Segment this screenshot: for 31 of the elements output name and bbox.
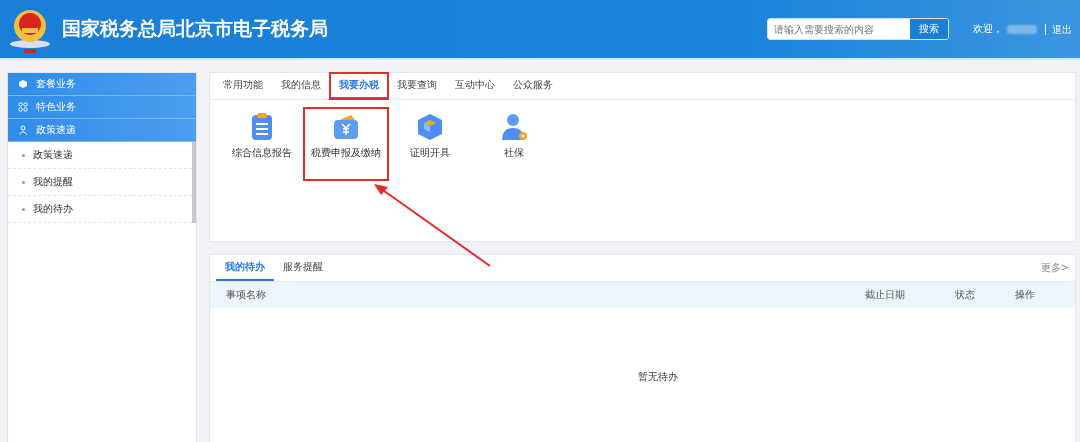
welcome-text: 欢迎， [973, 22, 1003, 36]
search-button[interactable]: 搜索 [910, 19, 948, 39]
function-tile[interactable]: 税费申报及缴纳 [304, 108, 388, 180]
tab[interactable]: 我的信息 [272, 73, 330, 99]
tab[interactable]: 我要查询 [388, 73, 446, 99]
empty-message: 暂无待办 [636, 370, 679, 384]
sidebar-item[interactable]: 我的待办 [8, 196, 192, 223]
cube-icon [18, 79, 28, 89]
sidebar-item[interactable]: 政策速递 [8, 142, 192, 169]
column-header: 操作 [1015, 288, 1036, 302]
tab[interactable]: 互动中心 [446, 73, 504, 99]
tab[interactable]: 常用功能 [214, 73, 272, 99]
person-icon [18, 125, 28, 135]
wallet-icon [331, 112, 361, 142]
grid-icon [18, 102, 28, 112]
column-header: 状态 [955, 288, 976, 302]
column-header: 事项名称 [226, 288, 267, 302]
tab[interactable]: 公众服务 [504, 73, 562, 99]
site-title: 国家税务总局北京市电子税务局 [62, 16, 329, 41]
more-link[interactable]: 更多> [1040, 261, 1069, 275]
cube-icon [415, 112, 445, 142]
function-tile[interactable]: 社保 [472, 108, 556, 180]
tab[interactable]: 服务提醒 [274, 255, 332, 281]
function-tile[interactable]: 综合信息报告 [220, 108, 304, 180]
blurred-username [1007, 24, 1037, 34]
tab[interactable]: 我要办税 [330, 73, 388, 99]
search-field[interactable]: 请输入需要搜索的内容 [768, 19, 910, 39]
column-header: 截止日期 [865, 288, 906, 302]
function-tile[interactable]: 证明开具 [388, 108, 472, 180]
sidebar-item[interactable]: 我的提醒 [8, 169, 192, 196]
user-gear-icon [499, 112, 529, 142]
